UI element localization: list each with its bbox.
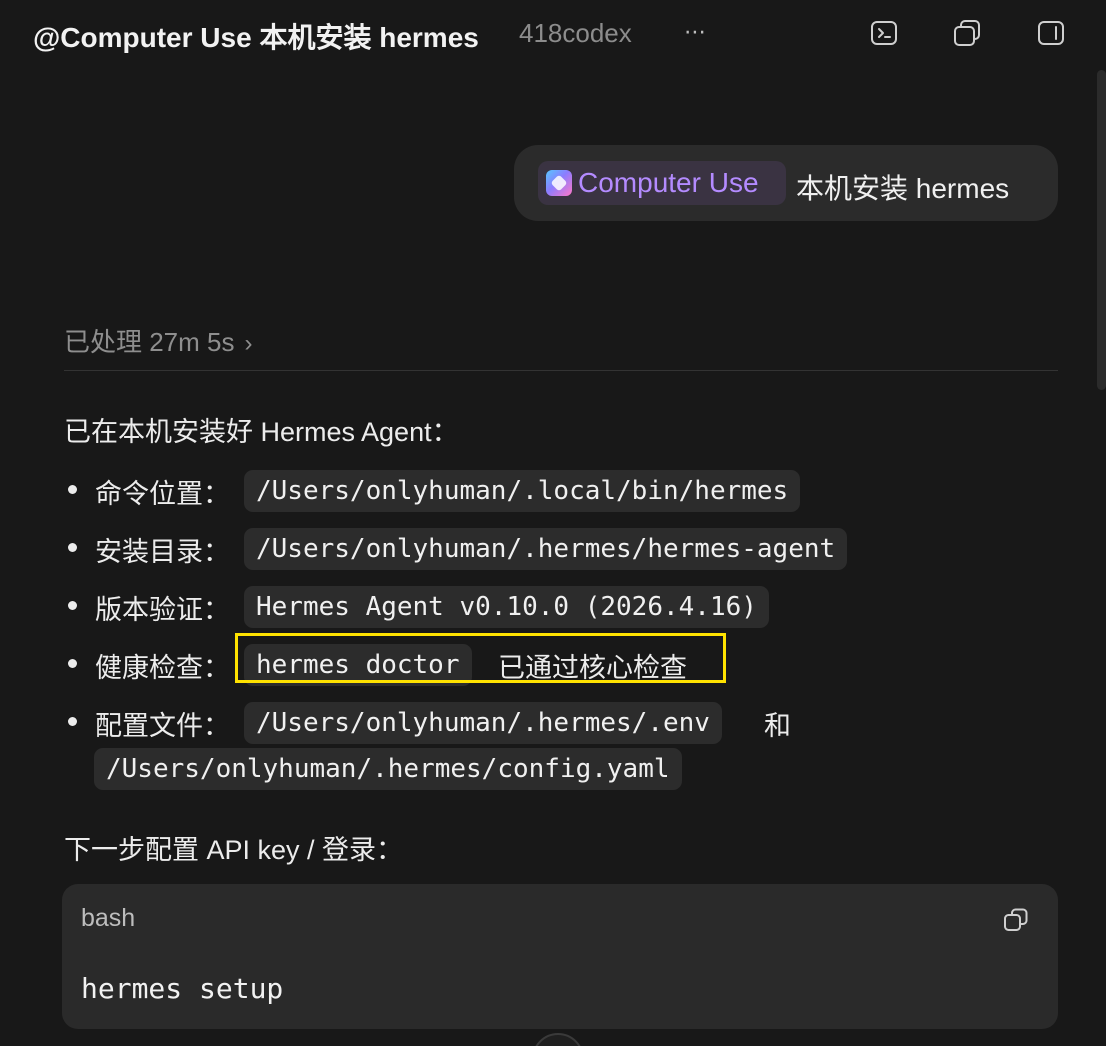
inline-code: Hermes Agent v0.10.0 (2026.4.16) — [244, 586, 769, 628]
scroll-to-bottom-button[interactable] — [532, 1033, 584, 1046]
user-message-text: 本机安装 hermes — [796, 173, 1010, 204]
computer-use-logo-icon — [546, 170, 572, 196]
user-message-bubble: Computer Use 本机安装 hermes — [514, 145, 1058, 221]
top-bar: @Computer Use 本机安装 hermes 418codex ⋯ — [0, 0, 1106, 68]
terminal-icon[interactable] — [869, 18, 899, 48]
item-label: 安装目录： — [95, 537, 230, 567]
thread-title: @Computer Use 本机安装 hermes — [33, 22, 479, 53]
bullet-icon — [68, 485, 77, 494]
code-block: bash hermes setup — [62, 884, 1058, 1029]
bullet-icon — [68, 659, 77, 668]
processed-label: 已处理 27m 5s — [64, 327, 235, 357]
processed-toggle[interactable]: 已处理 27m 5s › — [64, 322, 253, 359]
mention-chip[interactable]: Computer Use — [538, 161, 786, 205]
inline-code: /Users/onlyhuman/.hermes/hermes-agent — [244, 528, 848, 570]
item-label: 健康检查： — [95, 653, 230, 683]
bullet-icon — [68, 601, 77, 610]
item-label: 版本验证： — [95, 595, 230, 625]
item-joiner: 和 — [764, 711, 791, 741]
highlight-annotation — [235, 633, 726, 683]
next-step-heading: 下一步配置 API key / 登录： — [64, 835, 404, 865]
code-language-label: bash — [81, 904, 136, 932]
mention-label: Computer Use — [578, 167, 759, 198]
divider — [64, 370, 1058, 371]
code-content[interactable]: hermes setup — [81, 972, 283, 1005]
bullet-icon — [68, 543, 77, 552]
inline-code: /Users/onlyhuman/.hermes/config.yaml — [94, 748, 682, 790]
chat-page: @Computer Use 本机安装 hermes 418codex ⋯ Com… — [0, 0, 1106, 1046]
item-label: 命令位置： — [95, 479, 230, 509]
copy-icon[interactable] — [1002, 906, 1030, 934]
copy-windows-icon[interactable] — [952, 18, 982, 48]
inline-code: /Users/onlyhuman/.local/bin/hermes — [244, 470, 801, 512]
chevron-right-icon: › — [244, 330, 253, 357]
project-name[interactable]: 418codex — [519, 18, 632, 49]
bullet-icon — [68, 717, 77, 726]
sidebar-toggle-icon[interactable] — [1036, 18, 1066, 48]
item-label: 配置文件： — [95, 711, 230, 741]
response-intro: 已在本机安装好 Hermes Agent： — [64, 417, 459, 447]
inline-code: /Users/onlyhuman/.hermes/.env — [244, 702, 722, 744]
more-options-button[interactable]: ⋯ — [680, 14, 710, 50]
scrollbar-thumb[interactable] — [1097, 70, 1106, 390]
